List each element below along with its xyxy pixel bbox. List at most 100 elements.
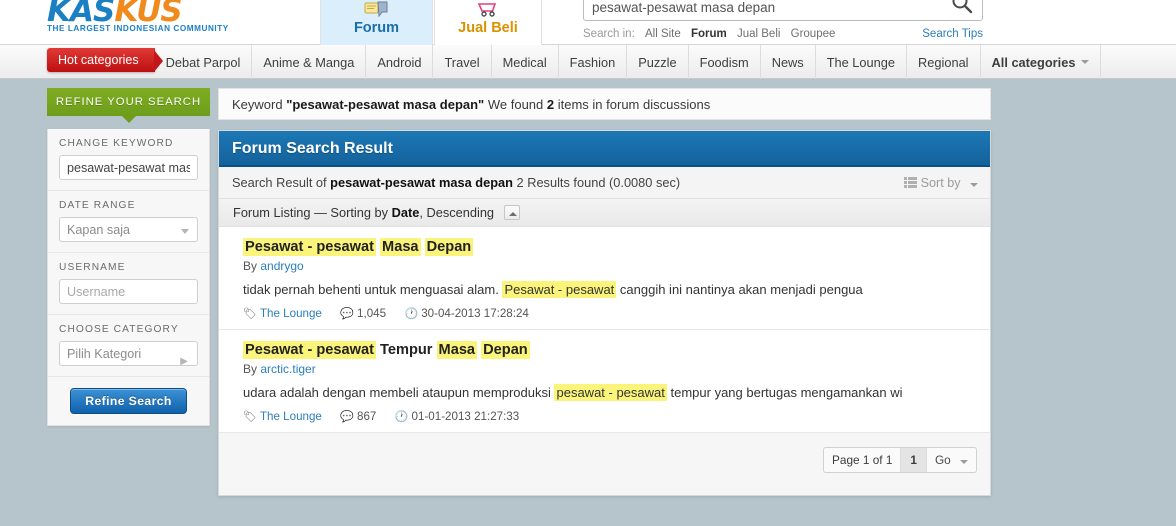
search-scope-groupee[interactable]: Groupee: [791, 28, 836, 40]
nav-item-travel[interactable]: Travel: [433, 45, 492, 79]
listing-pre: Forum Listing — Sorting by: [233, 205, 389, 220]
pagination: Page 1 of 1 1 Go: [823, 447, 977, 473]
search-box[interactable]: [583, 0, 983, 21]
search-scope-jual-beli[interactable]: Jual Beli: [737, 28, 780, 40]
list-icon: [904, 176, 921, 190]
logo-wordmark: KASKUS: [47, 0, 237, 27]
nav-item-regional[interactable]: Regional: [907, 45, 981, 79]
nav-all-categories-label: All categories: [991, 54, 1076, 70]
nav-item-puzzle[interactable]: Puzzle: [627, 45, 689, 79]
result-author-link[interactable]: arctic.tiger: [260, 362, 315, 376]
result-author-link[interactable]: andrygo: [260, 259, 303, 273]
result-author-row: By andrygo: [243, 259, 990, 273]
nav-all-categories[interactable]: All categories: [981, 45, 1102, 79]
change-keyword-input[interactable]: [59, 155, 198, 180]
category-nav: Hot categories Debat Parpol Anime & Mang…: [0, 45, 1176, 79]
nav-item-medical[interactable]: Medical: [492, 45, 559, 79]
tag-icon: 🏷: [243, 308, 257, 320]
snippet-part: tempur yang bertugas mengamankan wi: [666, 385, 903, 400]
search-tips-link[interactable]: Search Tips: [922, 26, 983, 42]
result-title-part: Masa: [380, 238, 421, 256]
tab-jual-beli[interactable]: Jual Beli: [434, 0, 542, 45]
date-range-label: DATE RANGE: [59, 200, 136, 211]
listing-dir: , Descending: [419, 205, 495, 220]
sort-by-button[interactable]: Sort by: [904, 167, 978, 199]
tag-icon: 🏷: [243, 411, 257, 423]
search-in-label: Search in:: [583, 28, 635, 40]
result-title-part: Pesawat - pesawat: [243, 341, 376, 359]
result-category-link[interactable]: The Lounge: [260, 307, 322, 320]
keyword-prefix: Keyword: [232, 97, 283, 112]
result-sub-keyword: pesawat-pesawat masa depan: [330, 175, 513, 190]
username-label: USERNAME: [59, 262, 126, 273]
page-number-input[interactable]: 1: [901, 448, 927, 472]
result-title[interactable]: Pesawat - pesawat Masa Depan: [243, 238, 990, 256]
tab-forum[interactable]: Forum: [320, 0, 433, 45]
search-scope-all-site[interactable]: All Site: [645, 28, 681, 40]
chevron-down-icon: [181, 229, 189, 234]
result-meta-row: 🏷 The Lounge 💬 867 🕐 01-01-2013 21:27:33: [243, 410, 990, 423]
tab-forum-label: Forum: [353, 20, 400, 36]
listing-field: Date: [391, 205, 420, 220]
result-comment-count: 1,045: [357, 307, 387, 320]
top-header: KASKUS THE LARGEST INDONESIAN COMMUNITY …: [0, 0, 1176, 45]
snippet-part: Pesawat - pesawat: [502, 281, 617, 298]
search-scope-forum[interactable]: Forum: [691, 28, 727, 40]
refine-panel: CHANGE KEYWORD DATE RANGE Kapan saja USE…: [47, 129, 210, 426]
nav-item-foodism[interactable]: Foodism: [689, 45, 761, 79]
result-item[interactable]: Pesawat - pesawat Masa Depan By andrygo …: [219, 227, 990, 330]
keyword-found-pre: We found: [487, 97, 544, 112]
tab-jual-beli-label: Jual Beli: [458, 20, 518, 36]
chevron-right-icon: ▶: [180, 356, 188, 367]
result-summary-row: Search Result of pesawat-pesawat masa de…: [219, 167, 990, 199]
choose-category-value: Pilih Kategori: [67, 347, 142, 361]
nav-item-fashion[interactable]: Fashion: [559, 45, 628, 79]
snippet-part: tidak pernah behenti untuk menguasai ala…: [243, 282, 503, 297]
nav-item-debat-parpol[interactable]: Debat Parpol: [155, 45, 253, 79]
date-range-select[interactable]: Kapan saja: [59, 217, 198, 242]
search-icon[interactable]: [950, 0, 974, 15]
result-title-part: Tempur: [380, 342, 437, 358]
search-scope-row: Search in: All Site Forum Jual Beli Grou…: [583, 26, 983, 42]
search-content: Keyword "pesawat-pesawat masa depan" We …: [218, 88, 991, 496]
result-sub-post: 2 Results found (0.0080 sec): [516, 175, 681, 190]
result-title[interactable]: Pesawat - pesawat Tempur Masa Depan: [243, 341, 990, 359]
by-label: By: [243, 362, 258, 376]
comment-icon: 💬: [340, 308, 355, 320]
nav-item-android[interactable]: Android: [366, 45, 434, 79]
snippet-part: udara adalah dengan membeli ataupun memp…: [243, 385, 555, 400]
result-meta-row: 🏷 The Lounge 💬 1,045 🕐 30-04-2013 17:28:24: [243, 307, 990, 320]
choose-category-label: CHOOSE CATEGORY: [59, 324, 179, 335]
kaskus-logo[interactable]: KASKUS THE LARGEST INDONESIAN COMMUNITY: [47, 0, 237, 36]
refine-search-button[interactable]: Refine Search: [70, 388, 187, 414]
result-panel-title: Forum Search Result: [219, 131, 990, 167]
keyword-found-post: items in forum discussions: [557, 97, 711, 112]
search-input[interactable]: [592, 0, 932, 18]
page-body: REFINE YOUR SEARCH CHANGE KEYWORD DATE R…: [0, 80, 1176, 526]
cart-icon: [435, 1, 541, 20]
page-go-button[interactable]: Go: [927, 448, 976, 472]
snippet-part: pesawat - pesawat: [554, 384, 667, 401]
section-date-range: DATE RANGE Kapan saja: [48, 191, 209, 253]
sort-by-label: Sort by: [920, 176, 961, 190]
nav-item-anime-manga[interactable]: Anime & Manga: [252, 45, 367, 79]
pagination-row: Page 1 of 1 1 Go: [219, 433, 990, 495]
forum-icon: [321, 1, 432, 20]
choose-category-select[interactable]: Pilih Kategori ▶: [59, 341, 198, 367]
nav-item-news[interactable]: News: [761, 45, 816, 79]
result-item[interactable]: Pesawat - pesawat Tempur Masa Depan By a…: [219, 330, 990, 433]
result-date: 01-01-2013 21:27:33: [411, 410, 520, 423]
nav-item-the-lounge[interactable]: The Lounge: [816, 45, 908, 79]
chevron-down-icon: [1081, 60, 1090, 64]
refine-footer: Refine Search: [48, 377, 209, 425]
keyword-notice-bar: Keyword "pesawat-pesawat masa depan" We …: [218, 88, 991, 120]
result-title-part: Depan: [481, 341, 530, 359]
result-title-part: Depan: [424, 238, 474, 256]
chevron-up-icon[interactable]: [503, 205, 520, 221]
section-change-keyword: CHANGE KEYWORD: [48, 129, 209, 191]
nav-hot-categories[interactable]: Hot categories: [47, 48, 163, 72]
page-indicator: Page 1 of 1: [824, 448, 902, 472]
result-category-link[interactable]: The Lounge: [260, 410, 322, 423]
chevron-down-icon: [960, 460, 968, 464]
username-input[interactable]: [59, 279, 198, 304]
